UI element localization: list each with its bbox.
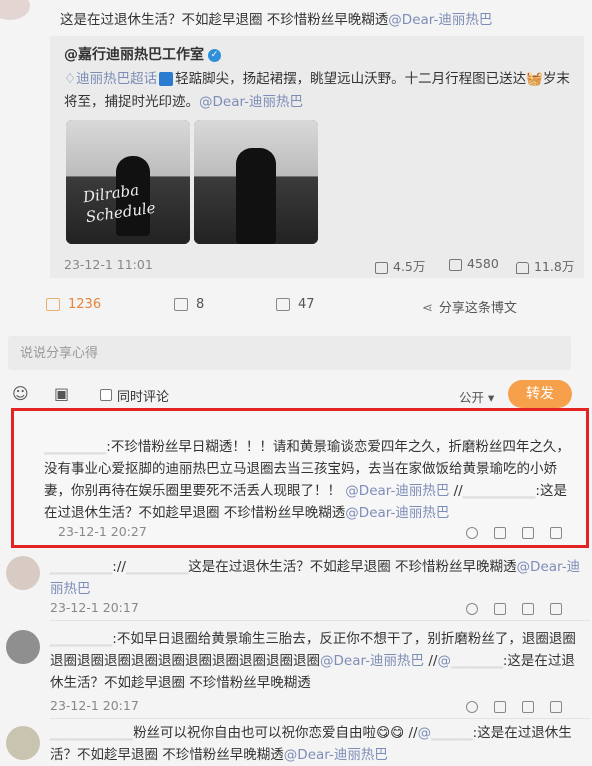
report-icon[interactable] [466, 602, 478, 615]
repost-submit-button[interactable]: 转发 [508, 380, 572, 408]
avatar[interactable] [0, 0, 30, 20]
repost-share-stat[interactable]: 4.5万 [375, 256, 425, 275]
comment-text: ▁▁▁▁▁▁:不如早日退圈给黄景瑜生三胎去，反正你不想干了，别折磨粉丝了，退圈退… [50, 631, 576, 691]
share-icon [375, 261, 388, 274]
photo-thumbnail[interactable]: Dilraba Schedule [66, 120, 190, 244]
avatar[interactable] [6, 630, 40, 664]
composer-toolbar: ☺ ▣ 同时评论 公开 ▾ 转发 [0, 378, 592, 408]
photo-thumbnail[interactable] [194, 120, 318, 244]
action-bar: 1236 8 47 ⋖ 分享这条博文 [0, 287, 592, 323]
comment-timestamp: 23-12-1 20:17 [50, 600, 139, 615]
mention-link[interactable]: @Dear-迪丽热巴 [345, 505, 449, 521]
comment-text: 这是在过退休生活？不如趁早退圈 不珍惜粉丝早晚糊透@Dear-迪丽热巴 [60, 8, 492, 28]
verified-badge-icon: ✓ [208, 48, 221, 62]
same-time-comment-label[interactable]: 同时评论 [117, 386, 169, 405]
share-icon[interactable] [494, 526, 506, 539]
comment-timestamp: 23-12-1 20:17 [50, 698, 139, 713]
comment-icon [174, 298, 188, 311]
emoji-icon[interactable]: ☺ [12, 384, 29, 403]
mention-link[interactable]: @Dear-迪丽热巴 [388, 12, 492, 28]
thumbs-up-icon [516, 261, 529, 274]
comment-action[interactable]: 8 [174, 297, 204, 312]
comment-actions [450, 598, 562, 617]
thumbs-up-icon [276, 298, 290, 311]
comment-icon[interactable] [522, 602, 534, 615]
mention-link[interactable]: @Dear-迪丽热巴 [345, 483, 449, 499]
repost-text: ♢迪丽热巴超话 轻踮脚尖，扬起裙摆，眺望远山沃野。十二月行程图已送达🧺岁末将至，捕… [64, 71, 570, 110]
super-topic-icon [159, 72, 174, 86]
repost-like-stat[interactable]: 11.8万 [516, 256, 574, 275]
mention-link[interactable]: @Dear-迪丽热巴 [199, 94, 303, 110]
share-icon[interactable] [494, 700, 506, 713]
repost-text-input[interactable] [8, 336, 571, 370]
thumbs-up-icon[interactable] [550, 602, 562, 615]
repost-action[interactable]: 1236 [46, 297, 101, 312]
same-time-comment-checkbox[interactable] [100, 389, 112, 401]
repost-author[interactable]: @嘉行迪丽热巴工作室 ✓ [64, 44, 221, 64]
comment-icon[interactable] [522, 526, 534, 539]
repost-text-line1: 轻踮脚尖，扬起裙摆，眺望远山沃野。十二月行程图已送达 [175, 71, 527, 87]
comment-text: ▁▁▁▁▁▁://▁▁▁▁▁▁这是在过退休生活？不如趁早退圈 不珍惜粉丝早晚糊透… [50, 559, 581, 597]
mention-link[interactable]: 丽热巴 [50, 581, 91, 597]
blurred-username: ▁▁▁▁▁▁ [44, 439, 107, 455]
repost-comment-stat[interactable]: 4580 [449, 256, 499, 271]
author-name[interactable]: @嘉行迪丽热巴工作室 [64, 47, 204, 63]
share-icon: ⋖ [422, 301, 433, 316]
report-icon[interactable] [466, 526, 478, 539]
comment-body: 这是在过退休生活？不如趁早退圈 不珍惜粉丝早晚糊透 [188, 559, 517, 575]
mention-link[interactable]: @Dear-迪 [517, 559, 581, 575]
comment-icon[interactable] [522, 700, 534, 713]
image-icon[interactable]: ▣ [54, 384, 69, 403]
comment-body: 这是在过退休生活？不如趁早退圈 不珍惜粉丝早晚糊透 [60, 12, 389, 28]
repost-timestamp: 23-12-1 11:01 [64, 257, 153, 272]
comment-actions [450, 522, 562, 541]
report-icon[interactable] [466, 700, 478, 713]
share-action[interactable]: ⋖ 分享这条博文 [422, 297, 517, 316]
thumbs-up-icon[interactable] [550, 526, 562, 539]
topic-tag[interactable]: ♢迪丽热巴超话 [64, 71, 157, 87]
visibility-select[interactable]: 公开 ▾ [459, 387, 494, 406]
comment-actions [450, 696, 562, 715]
comment-text: ▁▁▁▁▁▁:不珍惜粉丝早日糊透！！！请和黄景瑜谈恋爱四年之久，折磨粉丝四年之久… [44, 439, 570, 521]
repost-icon [46, 298, 60, 311]
thumbs-up-icon[interactable] [550, 700, 562, 713]
mention-link[interactable]: @Dear-迪丽热巴 [320, 653, 424, 669]
avatar[interactable] [6, 726, 40, 760]
comment-timestamp: 23-12-1 20:27 [58, 524, 147, 539]
share-icon[interactable] [494, 602, 506, 615]
topic-tag-label[interactable]: 迪丽热巴超话 [76, 71, 157, 87]
comment-body: 粉丝可以祝你自由也可以祝你恋爱自由啦 [133, 725, 377, 741]
avatar[interactable] [6, 556, 40, 590]
comment-text: ▁▁▁▁▁▁▁▁粉丝可以祝你自由也可以祝你恋爱自由啦😋😋 //@▁▁▁▁:这是在… [50, 725, 572, 763]
like-action[interactable]: 47 [276, 297, 315, 312]
comment-icon [449, 258, 462, 271]
mention-link[interactable]: @Dear-迪丽热巴 [284, 747, 388, 763]
